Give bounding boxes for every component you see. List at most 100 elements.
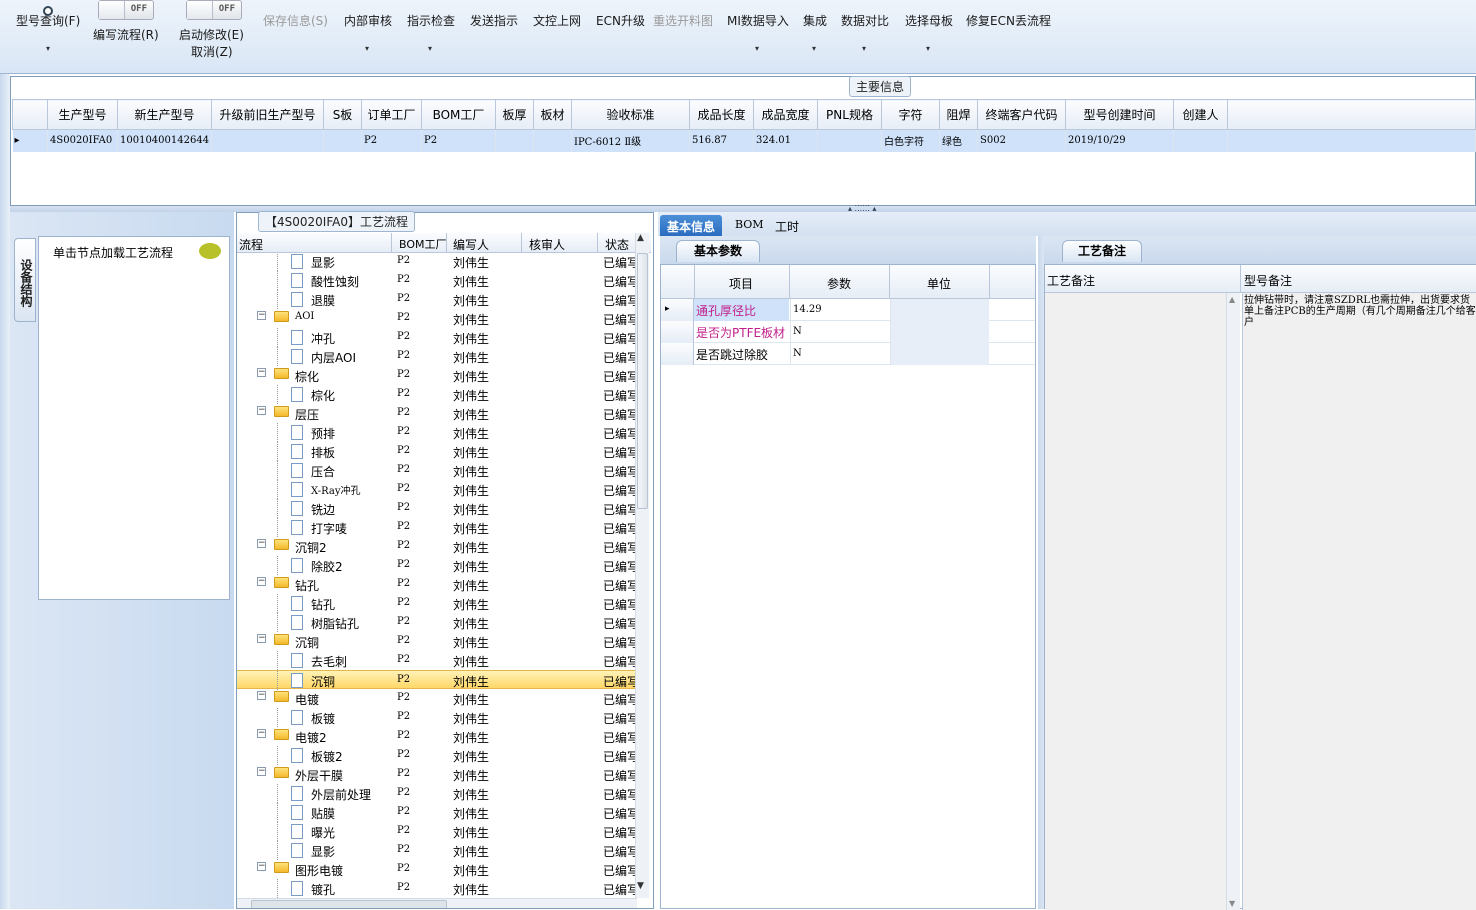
process-note-textarea[interactable]	[1045, 293, 1240, 910]
tab-basic-info[interactable]: 基本信息	[660, 215, 723, 236]
collapse-icon[interactable]: −	[257, 634, 266, 643]
cancel-button[interactable]: 取消(Z)	[191, 43, 233, 60]
tree-group-node[interactable]: − 层压 P2 刘伟生 已编写	[237, 404, 635, 423]
chevron-down-icon[interactable]: ▾	[755, 44, 759, 53]
device-structure-tab[interactable]: 设备结构	[14, 238, 36, 322]
tree-leaf-node[interactable]: 内层AOI P2 刘伟生 已编写	[237, 347, 635, 366]
col-model-note[interactable]: 型号备注	[1244, 272, 1292, 289]
tree-leaf-node[interactable]: 外层前处理 P2 刘伟生 已编写	[237, 784, 635, 803]
tree-leaf-node[interactable]: 曝光 P2 刘伟生 已编写	[237, 822, 635, 841]
table-cell[interactable]: 2019/10/29	[1065, 129, 1174, 152]
table-row[interactable]: ▸ 4S0020IFA0 10010400142644 P2 P2 IPC-6012 Ⅱ级…	[12, 129, 1476, 152]
table-cell[interactable]	[533, 129, 572, 152]
instruction-check-button[interactable]: 指示检查 ▾	[407, 12, 455, 53]
col-header[interactable]: 验收标准	[571, 99, 690, 130]
col-process-note[interactable]: 工艺备注	[1047, 272, 1095, 289]
param-row[interactable]: 是否为PTFE板材 N	[661, 321, 1035, 343]
select-mother-board-button[interactable]: 选择母板 ▾	[905, 12, 953, 53]
save-info-button[interactable]: 保存信息(S)	[263, 12, 328, 29]
col-header[interactable]: 字符	[881, 99, 940, 130]
col-param[interactable]: 参数	[827, 275, 851, 292]
tree-leaf-node[interactable]: 除胶2 P2 刘伟生 已编写	[237, 556, 635, 575]
integrate-button[interactable]: 集成 ▾	[803, 12, 827, 53]
col-header[interactable]: S板	[323, 99, 362, 130]
send-instruction-button[interactable]: 发送指示	[470, 12, 518, 29]
start-modify-toggle[interactable]: OFF	[186, 0, 242, 20]
tree-hscrollbar[interactable]	[237, 898, 637, 908]
tree-scrollbar[interactable]: ▲ ▼	[635, 233, 649, 898]
table-cell[interactable]: 324.01	[753, 129, 818, 152]
reselect-cut-button[interactable]: 重选开料图	[653, 12, 713, 29]
chevron-down-icon[interactable]: ▾	[862, 44, 866, 53]
tree-leaf-node[interactable]: 显影 P2 刘伟生 已编写	[237, 841, 635, 860]
tree-group-node[interactable]: − 棕化 P2 刘伟生 已编写	[237, 366, 635, 385]
param-value[interactable]: N	[790, 343, 889, 365]
chevron-down-icon[interactable]: ▾	[926, 44, 930, 53]
col-header[interactable]: 板厚	[495, 99, 534, 130]
col-process[interactable]: 流程	[239, 236, 263, 253]
collapse-icon[interactable]: −	[257, 577, 266, 586]
table-cell[interactable]: 516.87	[689, 129, 754, 152]
col-header[interactable]: 阻焊	[939, 99, 978, 130]
param-row[interactable]: 是否跳过除胶 N	[661, 343, 1035, 365]
param-value[interactable]: 14.29	[790, 299, 889, 321]
col-header[interactable]: 订单工厂	[361, 99, 422, 130]
mi-import-button[interactable]: MI数据导入 ▾	[727, 12, 789, 53]
table-cell[interactable]	[1173, 129, 1228, 152]
tree-leaf-node[interactable]: 贴膜 P2 刘伟生 已编写	[237, 803, 635, 822]
col-header[interactable]: 成品宽度	[753, 99, 818, 130]
tree-leaf-node[interactable]: 铣边 P2 刘伟生 已编写	[237, 499, 635, 518]
col-writer[interactable]: 编写人	[453, 236, 489, 253]
internal-review-button[interactable]: 内部审核 ▾	[344, 12, 392, 53]
col-header[interactable]: 型号创建时间	[1065, 99, 1174, 130]
col-status[interactable]: 状态	[605, 236, 629, 253]
table-cell[interactable]: 白色字符	[881, 129, 940, 152]
tree-leaf-node[interactable]: 冲孔 P2 刘伟生 已编写	[237, 328, 635, 347]
tree-leaf-node[interactable]: 钻孔 P2 刘伟生 已编写	[237, 594, 635, 613]
table-cell[interactable]: P2	[361, 129, 422, 152]
tree-group-node[interactable]: − 外层干膜 P2 刘伟生 已编写	[237, 765, 635, 784]
table-cell[interactable]: 4S0020IFA0	[47, 129, 118, 152]
col-header[interactable]: 终端客户代码	[977, 99, 1066, 130]
param-value[interactable]: N	[790, 321, 889, 343]
tree-leaf-node[interactable]: 排板 P2 刘伟生 已编写	[237, 442, 635, 461]
chevron-down-icon[interactable]: ▾	[428, 44, 432, 53]
table-cell[interactable]	[495, 129, 534, 152]
tree-group-node[interactable]: − 电镀2 P2 刘伟生 已编写	[237, 727, 635, 746]
tree-group-node[interactable]: − AOI P2 刘伟生 已编写	[237, 309, 635, 328]
table-cell[interactable]: 10010400142644	[117, 129, 212, 152]
col-header[interactable]: 创建人	[1173, 99, 1228, 130]
tree-leaf-node[interactable]: 酸性蚀刻 P2 刘伟生 已编写	[237, 271, 635, 290]
col-header[interactable]: 升级前旧生产型号	[211, 99, 324, 130]
param-row[interactable]: ▸ 通孔厚径比 14.29	[661, 299, 1035, 321]
collapse-icon[interactable]: −	[257, 691, 266, 700]
col-header[interactable]: PNL规格	[817, 99, 882, 130]
col-reviewer[interactable]: 核审人	[529, 236, 565, 253]
model-note-textarea[interactable]: 拉伸钻带时，请注意SZDRL也需拉伸，出货要求货单上备注PCB的生产周期（有几个…	[1242, 293, 1476, 910]
tab-work-hours[interactable]: 工时	[768, 215, 806, 236]
node-list[interactable]: 单击节点加载工艺流程	[38, 236, 230, 600]
process-notes-group-tab[interactable]: 工艺备注	[1062, 240, 1142, 262]
col-item[interactable]: 项目	[729, 275, 753, 292]
tree-group-node[interactable]: − 沉铜 P2 刘伟生 已编写	[237, 632, 635, 651]
tree-leaf-node[interactable]: 预排 P2 刘伟生 已编写	[237, 423, 635, 442]
tree-leaf-node[interactable]: X-Ray冲孔 P2 刘伟生 已编写	[237, 480, 635, 499]
doc-upload-button[interactable]: 文控上网	[533, 12, 581, 29]
scroll-thumb[interactable]	[637, 253, 648, 509]
col-header[interactable]: 板材	[533, 99, 572, 130]
table-cell[interactable]: IPC-6012 Ⅱ级	[571, 129, 690, 152]
model-query-button[interactable]: 型号查询(F) ▾	[16, 6, 80, 53]
chevron-down-icon[interactable]: ▾	[46, 44, 50, 53]
table-cell[interactable]	[817, 129, 882, 152]
collapse-icon[interactable]: −	[257, 729, 266, 738]
collapse-icon[interactable]: −	[257, 539, 266, 548]
tree-leaf-node[interactable]: 打字唛 P2 刘伟生 已编写	[237, 518, 635, 537]
col-unit[interactable]: 单位	[927, 275, 951, 292]
table-cell[interactable]: 绿色	[939, 129, 978, 152]
collapse-icon[interactable]: −	[257, 406, 266, 415]
corner-cell[interactable]	[12, 99, 48, 130]
collapse-icon[interactable]: −	[257, 767, 266, 776]
col-header[interactable]: 新生产型号	[117, 99, 212, 130]
basic-params-group-tab[interactable]: 基本参数	[676, 240, 760, 262]
tree-leaf-node[interactable]: 棕化 P2 刘伟生 已编写	[237, 385, 635, 404]
